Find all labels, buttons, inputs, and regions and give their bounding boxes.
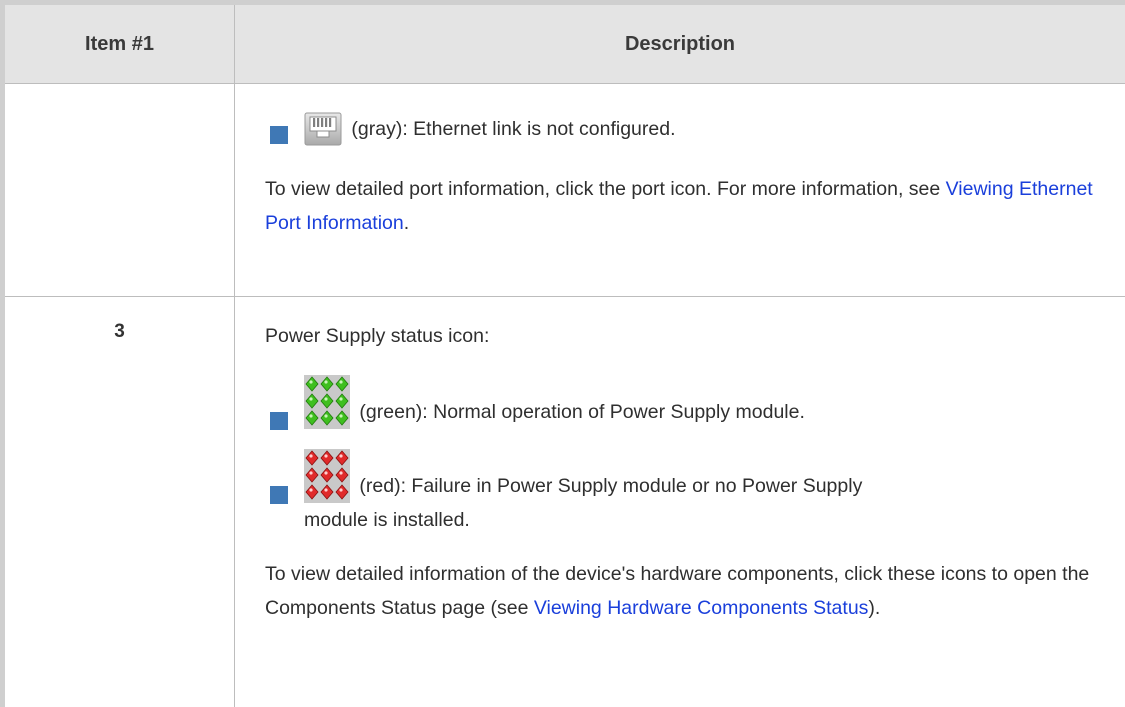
power-supply-green-icon (304, 375, 350, 429)
port-info-paragraph: To view detailed port information, click… (265, 172, 1097, 240)
square-bullet-icon (270, 412, 288, 430)
table-row: (gray): Ethernet link is not configured.… (3, 84, 1125, 297)
red-status-text-continued: module is installed. (304, 509, 470, 531)
item-number-cell (3, 84, 235, 297)
item-number (5, 84, 234, 108)
table-header-row: Item #1 Description (3, 3, 1125, 84)
description-cell: (gray): Ethernet link is not configured.… (235, 84, 1125, 297)
gray-status-text: (gray): Ethernet link is not configured. (351, 118, 675, 140)
components-info-suffix: ). (868, 597, 880, 619)
description-table: Item #1 Description (0, 0, 1125, 707)
power-supply-red-icon (304, 449, 350, 503)
green-status-text: (green): Normal operation of Power Suppl… (359, 401, 804, 423)
components-info-paragraph: To view detailed information of the devi… (265, 557, 1097, 625)
header-item-number: Item #1 (3, 3, 235, 84)
red-status-item: (red): Failure in Power Supply module or… (265, 449, 1097, 537)
square-bullet-icon (270, 486, 288, 504)
port-info-suffix: . (404, 212, 409, 234)
power-supply-intro: Power Supply status icon: (265, 319, 1097, 353)
ethernet-port-icon (304, 112, 342, 146)
square-bullet-icon (270, 126, 288, 144)
gray-status-item: (gray): Ethernet link is not configured. (265, 112, 1097, 146)
viewing-hardware-components-status-link[interactable]: Viewing Hardware Components Status (534, 597, 869, 619)
item-number: 3 (5, 297, 234, 343)
red-status-text: (red): Failure in Power Supply module or… (359, 475, 862, 497)
green-status-item: (green): Normal operation of Power Suppl… (265, 375, 1097, 429)
port-info-text: To view detailed port information, click… (265, 178, 946, 200)
header-description: Description (235, 3, 1125, 84)
description-cell: Power Supply status icon: (235, 297, 1125, 707)
table-row: 3 Power Supply status icon: (3, 297, 1125, 707)
item-number-cell: 3 (3, 297, 235, 707)
